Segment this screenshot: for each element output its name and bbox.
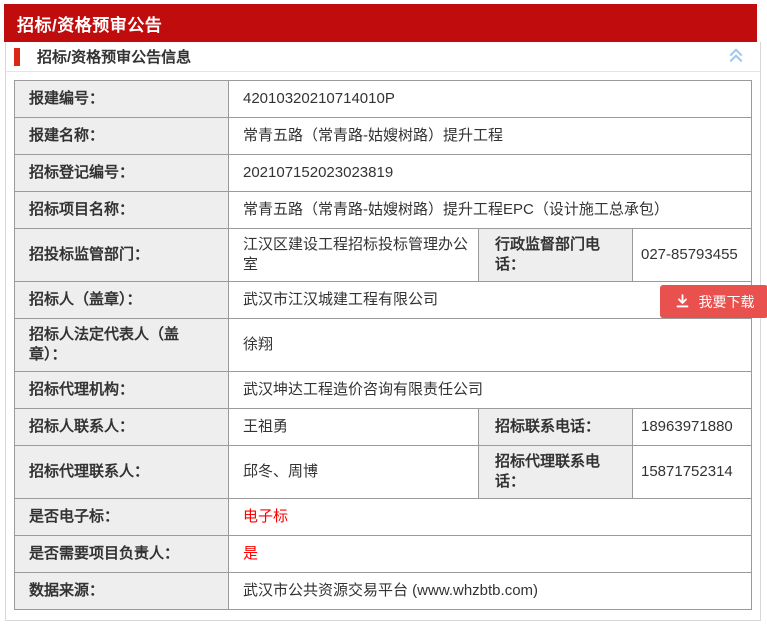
- field-value-highlight: 是: [229, 536, 752, 573]
- page-title: 招标/资格预审公告: [17, 11, 162, 36]
- table-row: 招标项目名称： 常青五路（常青路-姑嫂树路）提升工程EPC（设计施工总承包）: [15, 192, 752, 229]
- field-label: 行政监督部门电话：: [479, 229, 633, 282]
- field-value-highlight: 电子标: [229, 499, 752, 536]
- field-label: 招标人联系人：: [15, 409, 229, 446]
- field-value: 武汉坤达工程造价咨询有限责任公司: [229, 372, 752, 409]
- page-header: 招标/资格预审公告: [4, 4, 757, 42]
- download-button-label: 我要下载: [699, 292, 755, 312]
- field-label: 招标项目名称：: [15, 192, 229, 229]
- table-row: 招标人法定代表人（盖章）： 徐翔: [15, 319, 752, 372]
- field-label: 招标代理联系人：: [15, 446, 229, 499]
- field-value: 徐翔: [229, 319, 752, 372]
- field-label: 招投标监管部门：: [15, 229, 229, 282]
- table-row: 报建编号： 42010320210714010P: [15, 81, 752, 118]
- field-value: 武汉市公共资源交易平台 (www.whzbtb.com): [229, 573, 752, 610]
- collapse-button[interactable]: [726, 44, 746, 69]
- field-label: 招标登记编号：: [15, 155, 229, 192]
- field-label: 招标代理联系电话：: [479, 446, 633, 499]
- field-value: 027-85793455: [633, 229, 752, 282]
- table-row: 招投标监管部门： 江汉区建设工程招标投标管理办公室 行政监督部门电话： 027-…: [15, 229, 752, 282]
- field-value: 202107152023023819: [229, 155, 752, 192]
- section-accent-bar: [14, 48, 20, 66]
- field-label: 数据来源：: [15, 573, 229, 610]
- field-value: 15871752314: [633, 446, 752, 499]
- table-row: 招标代理机构： 武汉坤达工程造价咨询有限责任公司: [15, 372, 752, 409]
- table-row: 是否需要项目负责人： 是: [15, 536, 752, 573]
- section-header: 招标/资格预审公告信息: [6, 42, 760, 72]
- field-value: 42010320210714010P: [229, 81, 752, 118]
- field-label: 招标代理机构：: [15, 372, 229, 409]
- table-row: 招标代理联系人： 邱冬、周博 招标代理联系电话： 15871752314: [15, 446, 752, 499]
- field-label: 是否电子标：: [15, 499, 229, 536]
- info-table: 报建编号： 42010320210714010P 报建名称： 常青五路（常青路-…: [14, 80, 752, 610]
- field-label: 报建名称：: [15, 118, 229, 155]
- field-label: 招标人法定代表人（盖章）：: [15, 319, 229, 372]
- field-value: 江汉区建设工程招标投标管理办公室: [229, 229, 479, 282]
- field-value: 18963971880: [633, 409, 752, 446]
- table-row: 报建名称： 常青五路（常青路-姑嫂树路）提升工程: [15, 118, 752, 155]
- chevron-double-up-icon: [726, 44, 746, 69]
- download-button[interactable]: 我要下载: [661, 286, 767, 317]
- table-row: 招标登记编号： 202107152023023819: [15, 155, 752, 192]
- field-label: 是否需要项目负责人：: [15, 536, 229, 573]
- field-value: 常青五路（常青路-姑嫂树路）提升工程: [229, 118, 752, 155]
- section-title: 招标/资格预审公告信息: [37, 46, 191, 67]
- info-table-wrap: 报建编号： 42010320210714010P 报建名称： 常青五路（常青路-…: [6, 72, 760, 618]
- table-row: 招标人（盖章）： 武汉市江汉城建工程有限公司: [15, 282, 752, 319]
- field-label: 招标人（盖章）：: [15, 282, 229, 319]
- download-icon: [674, 293, 691, 310]
- table-row: 招标人联系人： 王祖勇 招标联系电话： 18963971880: [15, 409, 752, 446]
- announcement-panel: 招标/资格预审公告信息 报建编号： 42010320210714010P 报建名…: [5, 42, 761, 621]
- field-value: 王祖勇: [229, 409, 479, 446]
- table-row: 是否电子标： 电子标: [15, 499, 752, 536]
- table-row: 数据来源： 武汉市公共资源交易平台 (www.whzbtb.com): [15, 573, 752, 610]
- field-value: 常青五路（常青路-姑嫂树路）提升工程EPC（设计施工总承包）: [229, 192, 752, 229]
- field-label: 招标联系电话：: [479, 409, 633, 446]
- field-label: 报建编号：: [15, 81, 229, 118]
- field-value: 邱冬、周博: [229, 446, 479, 499]
